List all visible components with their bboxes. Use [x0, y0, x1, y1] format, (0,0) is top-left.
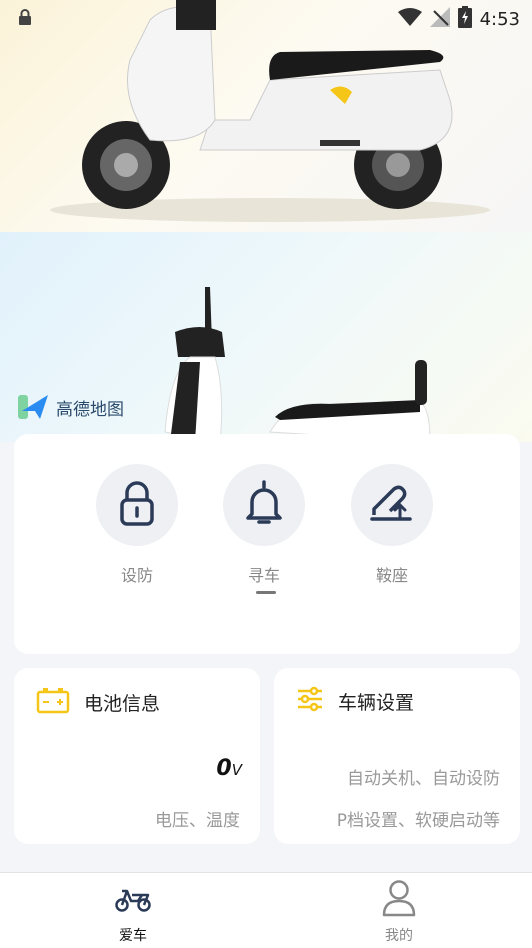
arm-label: 设防: [120, 566, 153, 585]
person-icon: [381, 879, 417, 921]
bell-icon: [244, 480, 284, 530]
scooter-icon: [114, 883, 152, 917]
seat-icon: [370, 483, 414, 527]
wifi-icon: [397, 8, 422, 30]
lock-status-icon: [18, 9, 32, 29]
signal-icon: [429, 7, 450, 31]
amap-logo-text: 高德地图: [56, 399, 124, 420]
settings-card-title: 车辆设置: [338, 691, 415, 714]
bottom-tab-bar: 爱车 我的: [0, 872, 532, 948]
battery-card-subtitle: 电压、温度: [155, 811, 240, 831]
amap-logo-icon: [18, 395, 48, 419]
voltage-unit: V: [231, 761, 242, 779]
tab-my-car-label: 爱车: [119, 928, 147, 944]
tab-profile-label: 我的: [385, 928, 413, 944]
battery-info-card[interactable]: 电池信息 0V 电压、温度: [14, 668, 260, 844]
find-vehicle-label: 寻车: [247, 566, 280, 585]
vehicle-settings-card[interactable]: 车辆设置 自动关机、自动设防 P档设置、软硬启动等: [274, 668, 520, 844]
tab-my-car[interactable]: 爱车: [93, 881, 173, 945]
voltage-number: 0: [216, 756, 232, 781]
status-bar: 4:53: [0, 0, 532, 36]
status-time: 4:53: [479, 8, 520, 30]
battery-status-icon: [457, 6, 472, 32]
find-vehicle-button[interactable]: 寻车: [223, 464, 305, 586]
vehicle-controls-card: 设防 寻车 鞍座: [14, 434, 520, 654]
page-indicator: [256, 591, 276, 594]
tab-profile[interactable]: 我的: [359, 879, 439, 945]
amap-logo: 高德地图: [18, 393, 124, 421]
battery-icon: [36, 686, 70, 718]
voltage-value: 0V: [216, 756, 242, 781]
arm-button[interactable]: 设防: [96, 464, 178, 586]
sliders-icon: [296, 686, 324, 716]
lock-icon: [118, 480, 156, 530]
settings-line-2: P档设置、软硬启动等: [336, 811, 500, 831]
battery-card-title: 电池信息: [84, 692, 161, 715]
settings-line-1: 自动关机、自动设防: [347, 769, 500, 789]
seat-label: 鞍座: [375, 566, 408, 585]
seat-button[interactable]: 鞍座: [351, 464, 433, 586]
